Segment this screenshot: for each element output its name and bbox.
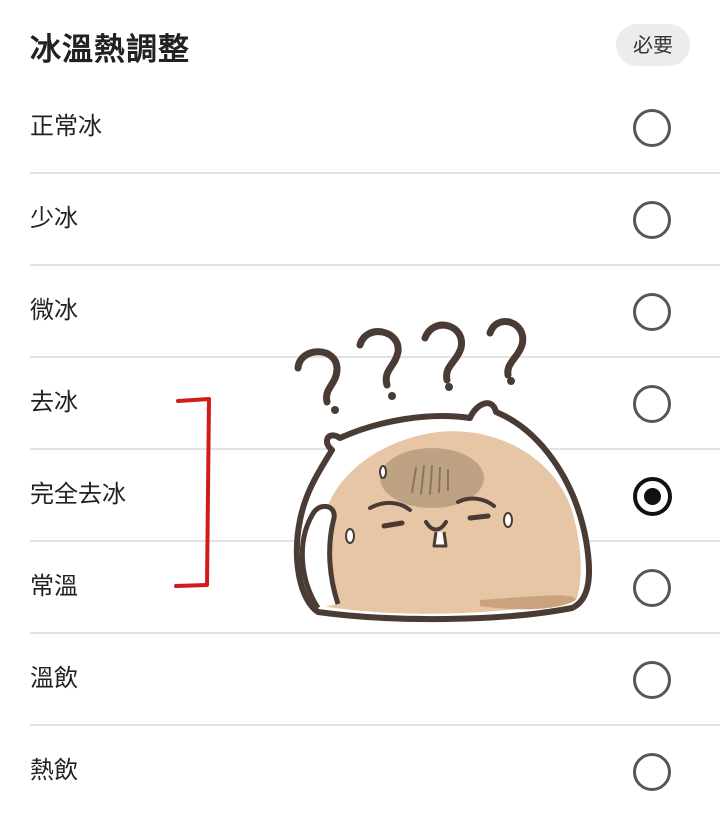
option-label: 少冰 xyxy=(30,204,78,232)
required-badge: 必要 xyxy=(616,24,690,66)
option-label: 去冰 xyxy=(30,388,78,416)
option-row[interactable]: 少冰 xyxy=(0,174,720,266)
option-row[interactable]: 溫飲 xyxy=(0,634,720,726)
radio-button[interactable] xyxy=(633,201,671,239)
section-header: 冰溫熱調整 必要 xyxy=(0,0,720,90)
option-label: 微冰 xyxy=(30,296,78,324)
ice-level-options: 正常冰 少冰 微冰 去冰 完全去冰 常溫 溫飲 熱飲 xyxy=(0,82,720,818)
option-row[interactable]: 去冰 xyxy=(0,358,720,450)
option-label: 正常冰 xyxy=(30,112,102,140)
option-label: 完全去冰 xyxy=(30,480,126,508)
radio-button[interactable] xyxy=(633,293,671,331)
radio-button[interactable] xyxy=(633,569,671,607)
radio-button[interactable] xyxy=(633,477,672,516)
option-row[interactable]: 完全去冰 xyxy=(0,450,720,542)
option-row[interactable]: 常溫 xyxy=(0,542,720,634)
option-row[interactable]: 熱飲 xyxy=(0,726,720,818)
option-label: 熱飲 xyxy=(30,756,78,784)
radio-button[interactable] xyxy=(633,753,671,791)
section-title: 冰溫熱調整 xyxy=(30,32,190,68)
radio-button[interactable] xyxy=(633,661,671,699)
radio-button[interactable] xyxy=(633,385,671,423)
option-label: 常溫 xyxy=(30,572,78,600)
option-row[interactable]: 正常冰 xyxy=(0,82,720,174)
option-row[interactable]: 微冰 xyxy=(0,266,720,358)
option-label: 溫飲 xyxy=(30,664,78,692)
radio-button[interactable] xyxy=(633,109,671,147)
